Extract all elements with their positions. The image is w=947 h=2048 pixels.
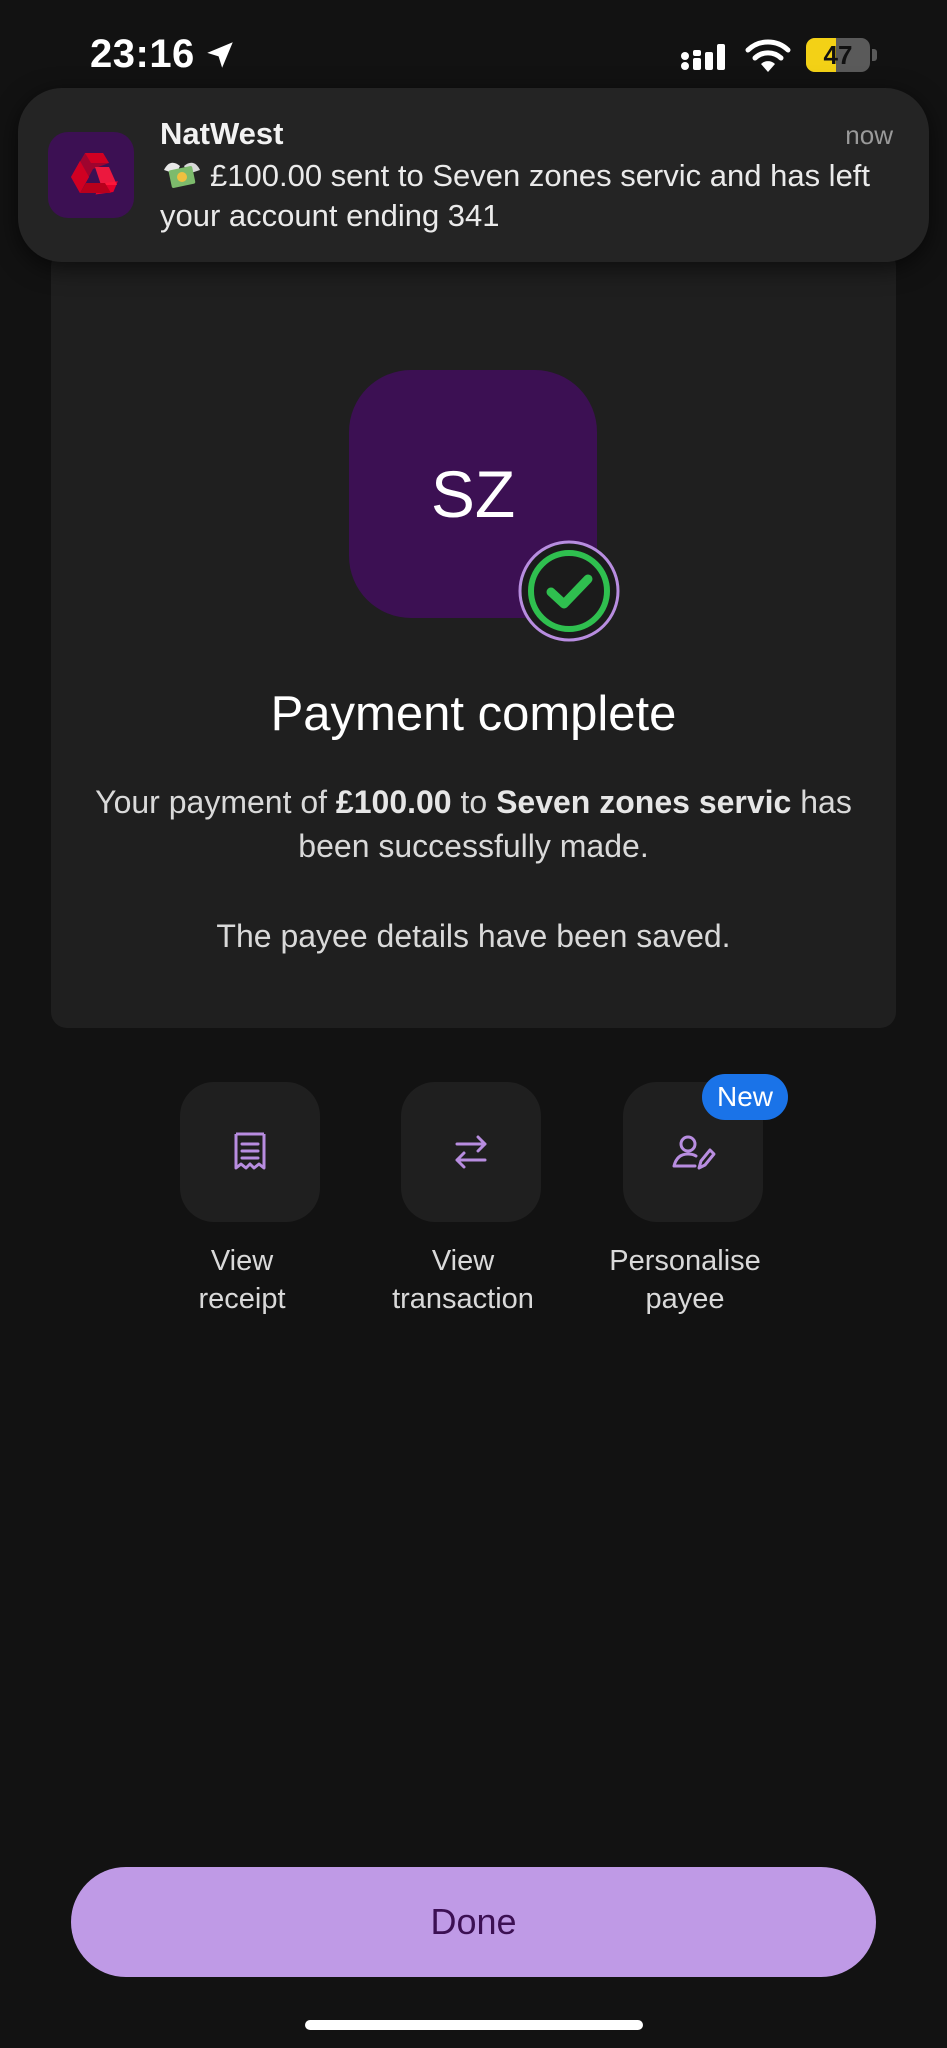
notification-app-name: NatWest (160, 116, 284, 151)
done-button[interactable]: Done (71, 1867, 876, 1977)
payee-name: Seven zones servic (496, 784, 792, 820)
payment-amount: £100.00 (335, 784, 452, 820)
push-notification[interactable]: NatWest now £100.00 sent to Seven zones … (18, 88, 929, 262)
notification-message: £100.00 sent to Seven zones servic and h… (160, 156, 900, 236)
swap-arrows-icon (455, 1135, 487, 1169)
natwest-logo-icon (48, 132, 134, 218)
success-check-icon (518, 540, 620, 642)
desc-to: to (451, 784, 497, 820)
payment-title: Payment complete (270, 687, 677, 741)
personalise-payee-label: Personalise payee (609, 1245, 761, 1315)
cellular-signal-icon (681, 44, 725, 70)
status-bar: 23:16 47 (0, 0, 947, 100)
location-arrow-icon (207, 42, 233, 68)
desc-prefix: Your payment of (95, 784, 336, 820)
payment-description: Your payment of £100.00 to Seven zones s… (91, 780, 856, 868)
payment-complete-screen: 23:16 47 SZ Payment complete Your paymen… (0, 0, 947, 2048)
receipt-icon (234, 1132, 266, 1170)
notification-time: now (845, 120, 893, 150)
notification-text: £100.00 sent to Seven zones servic and h… (160, 158, 871, 233)
view-receipt-label: View receipt (198, 1245, 286, 1315)
payee-saved-note: The payee details have been saved. (216, 918, 731, 954)
money-with-wings-icon (164, 162, 200, 188)
user-edit-icon (672, 1135, 716, 1170)
home-indicator[interactable] (305, 2020, 643, 2030)
view-transaction-label: View transaction (392, 1245, 534, 1315)
new-badge: New (702, 1074, 788, 1120)
wifi-icon (745, 39, 791, 72)
status-time: 23:16 (90, 32, 195, 76)
battery-level: 47 (823, 40, 853, 70)
payment-card: SZ Payment complete Your payment of £100… (51, 250, 896, 1028)
battery-indicator: 47 (806, 38, 877, 72)
